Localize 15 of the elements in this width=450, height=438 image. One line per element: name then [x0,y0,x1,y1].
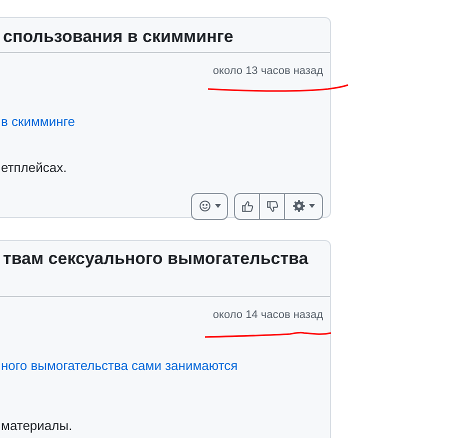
caret-icon [308,204,314,208]
gear-icon [292,200,304,212]
timestamp: около 13 часов назад [212,64,323,79]
post-link[interactable]: в скимминге [1,114,75,128]
thumbs-down-icon [266,200,278,212]
post-text: материалы. [1,418,72,432]
reaction-button[interactable] [191,192,228,220]
post-title: твам сексуального вымогательства [3,249,308,268]
post-title: спользования в скимминге [3,27,234,46]
post-text: етплейсах. [1,160,67,174]
timestamp: около 14 часов назад [212,308,323,323]
caret-icon [214,204,220,208]
post-link[interactable]: ного вымогательства сами занимаются [1,358,238,372]
smiley-icon [198,200,210,212]
thumbs-up-icon [240,200,254,212]
